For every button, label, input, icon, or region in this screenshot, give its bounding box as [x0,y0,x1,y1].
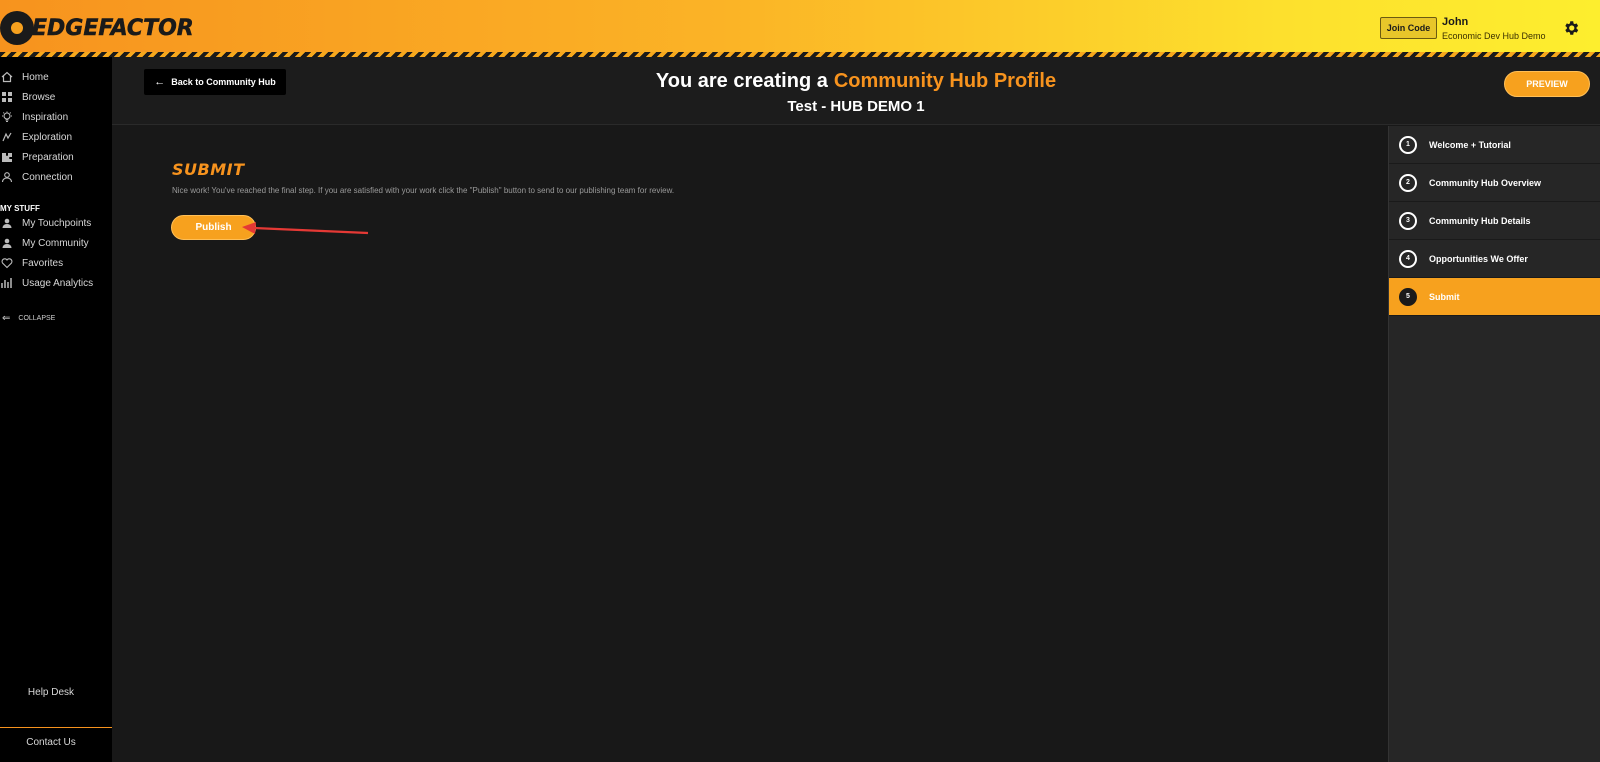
section-description: Nice work! You've reached the final step… [172,186,675,195]
my-stuff-heading: MY STUFF [0,204,40,213]
sidebar-item-favorites[interactable]: Favorites [0,254,63,272]
step-welcome-tutorial[interactable]: 1 Welcome + Tutorial [1389,126,1600,164]
step-label: Community Hub Details [1429,215,1531,226]
step-number: 2 [1399,173,1417,192]
step-community-hub-details[interactable]: 3 Community Hub Details [1389,202,1600,240]
page-title-accent: Community Hub Profile [833,70,1057,92]
step-number: 1 [1399,135,1417,154]
collapse-arrow-icon: ⇐ [2,313,11,324]
step-number: 5 [1399,287,1417,306]
step-opportunities-we-offer[interactable]: 4 Opportunities We Offer [1389,240,1600,278]
page-title: You are creating a Community Hub Profile [655,70,1057,92]
collapse-button[interactable]: ⇐ COLLAPSE [2,313,55,324]
community-icon [0,236,14,250]
sidebar-item-inspiration[interactable]: Inspiration [0,108,68,126]
sidebar-item-usage-analytics[interactable]: Usage Analytics [0,274,93,292]
step-community-hub-overview[interactable]: 2 Community Hub Overview [1389,164,1600,202]
touchpoints-icon [0,216,14,230]
sidebar-item-label: My Community [22,237,89,249]
sidebar-item-my-touchpoints[interactable]: My Touchpoints [0,214,91,232]
compass-icon [0,130,14,144]
top-bar [0,0,1600,56]
sidebar-item-browse[interactable]: Browse [0,88,55,106]
sidebar-item-connection[interactable]: Connection [0,168,73,186]
sidebar-item-exploration[interactable]: Exploration [0,128,72,146]
sidebar-item-label: Browse [22,91,56,103]
edgefactor-logo[interactable]: EDGEFACTOR [0,10,194,46]
step-label: Welcome + Tutorial [1429,139,1511,150]
logo-text: EDGEFACTOR [32,15,194,41]
join-code-button[interactable]: Join Code [1380,17,1437,39]
section-title: SUBMIT [172,160,245,179]
step-label: Opportunities We Offer [1429,253,1528,264]
sidebar-item-label: Favorites [22,257,64,269]
gear-icon[interactable] [1562,19,1580,37]
step-number: 4 [1399,249,1417,268]
step-number: 3 [1399,211,1417,230]
home-icon [0,70,14,84]
preview-button[interactable]: PREVIEW [1504,71,1590,97]
logo-mark-icon [0,11,34,45]
grid-icon [0,90,14,104]
sidebar-item-my-community[interactable]: My Community [0,234,89,252]
user-organization[interactable]: Economic Dev Hub Demo [1442,31,1546,41]
sidebar-item-label: Usage Analytics [22,277,94,289]
step-submit[interactable]: 5 Submit [1389,278,1600,316]
sidebar-item-label: My Touchpoints [22,217,92,229]
sidebar-item-label: Preparation [22,151,74,163]
sidebar-item-home[interactable]: Home [0,68,49,86]
sidebar-item-label: Connection [22,171,73,183]
step-label: Submit [1429,291,1460,302]
collapse-label: COLLAPSE [18,315,56,322]
help-desk-link[interactable]: Help Desk [0,687,102,698]
lightbulb-icon [0,110,14,124]
heart-icon [0,256,14,270]
person-icon [0,170,14,184]
sidebar-item-label: Inspiration [22,111,69,123]
user-name[interactable]: John [1442,16,1468,28]
left-sidebar: Home Browse Inspiration Exploration Prep… [0,57,112,762]
steps-panel: 1 Welcome + Tutorial 2 Community Hub Ove… [1388,126,1600,762]
page-subtitle: Test - HUB DEMO 1 [787,98,925,115]
step-label: Community Hub Overview [1429,177,1542,188]
analytics-icon [0,276,14,290]
contact-us-link[interactable]: Contact Us [0,727,102,759]
sidebar-item-label: Home [22,71,49,83]
puzzle-icon [0,150,14,164]
sidebar-item-preparation[interactable]: Preparation [0,148,74,166]
sidebar-item-label: Exploration [22,131,73,143]
annotation-arrow [242,222,369,235]
